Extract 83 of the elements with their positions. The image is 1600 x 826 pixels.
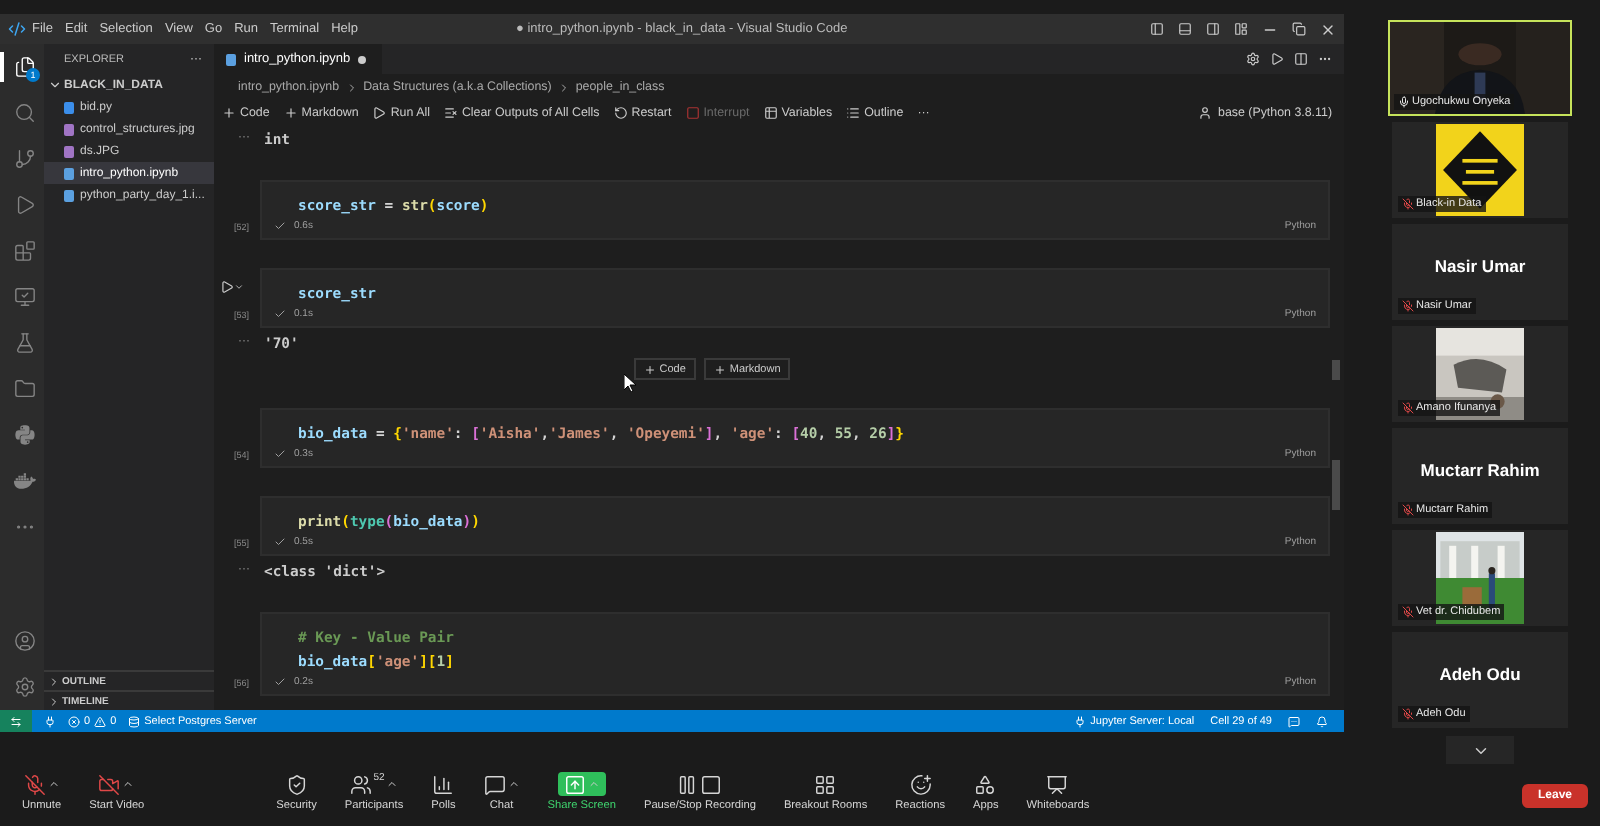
monitor-icon <box>13 286 35 308</box>
caret-icon <box>122 778 135 790</box>
vscode-logo-icon <box>8 20 26 38</box>
check-icon <box>274 308 286 320</box>
participant-display-name: Muctarr Rahim <box>1420 460 1540 480</box>
whiteboard-icon <box>1046 773 1069 795</box>
chat-icon <box>483 773 506 795</box>
check-icon <box>274 220 286 232</box>
close-icon[interactable] <box>1320 21 1336 37</box>
plus-icon <box>713 363 726 375</box>
split-icon[interactable] <box>1294 52 1308 66</box>
layout-icon[interactable] <box>1234 22 1248 36</box>
warning-icon <box>94 715 107 727</box>
person-icon <box>1198 105 1213 119</box>
bell-icon[interactable] <box>1316 715 1328 727</box>
blocks-icon <box>13 240 35 262</box>
remote-icon <box>10 715 22 727</box>
chevron-icon <box>48 78 62 92</box>
caret-icon <box>587 778 600 790</box>
bar-chart-icon <box>432 773 455 795</box>
chevron-icon <box>345 81 358 93</box>
caret-icon <box>47 778 60 790</box>
play-icon <box>13 194 35 216</box>
feedback-icon[interactable] <box>1288 715 1300 727</box>
unsaved-dot <box>358 55 367 63</box>
remote-button[interactable] <box>0 710 32 732</box>
whale-icon <box>13 470 35 492</box>
apps-icon <box>974 773 997 795</box>
mic-muted-icon <box>23 773 46 795</box>
layout-icon[interactable] <box>1178 22 1192 36</box>
stop-icon <box>685 105 700 119</box>
plus-icon <box>643 363 656 375</box>
participant-display-name: Nasir Umar <box>1434 256 1526 276</box>
clear-list-icon <box>443 105 458 119</box>
table-icon <box>763 105 778 119</box>
flask-icon <box>13 332 35 354</box>
restart-icon <box>613 105 628 119</box>
participant-display-name: Adeh Odu <box>1439 664 1521 684</box>
play-icon <box>220 280 234 294</box>
plug-icon <box>1074 715 1087 727</box>
caret-icon <box>507 778 520 790</box>
files-icon <box>13 56 35 78</box>
mic-muted-icon <box>1402 504 1414 516</box>
branch-icon <box>13 148 35 170</box>
shield-icon <box>285 773 308 795</box>
play-icon[interactable] <box>1270 52 1284 66</box>
chevron-icon <box>557 81 570 93</box>
smiley-icon <box>909 773 932 795</box>
people-icon <box>349 773 372 795</box>
restore-icon[interactable] <box>1292 22 1306 36</box>
settings-icon[interactable] <box>1246 52 1260 66</box>
scrollbar-thumb[interactable] <box>1332 460 1340 510</box>
mic-muted-icon <box>1402 198 1414 210</box>
check-icon <box>274 536 286 548</box>
play-icon <box>372 105 387 119</box>
mic-muted-icon <box>1402 402 1414 414</box>
check-icon <box>274 448 286 460</box>
search-icon <box>13 102 35 124</box>
grid-icon <box>814 773 837 795</box>
plus-icon <box>283 105 298 119</box>
folder-icon <box>13 378 35 400</box>
file-icon <box>226 53 236 65</box>
plus-icon <box>222 105 236 119</box>
layout-icon[interactable] <box>1206 22 1220 36</box>
more-icon[interactable] <box>1318 52 1332 66</box>
chevron-icon <box>234 282 244 292</box>
account-icon[interactable] <box>13 630 35 652</box>
check-icon <box>274 676 286 688</box>
scrollbar-marker <box>1332 360 1340 380</box>
mic-icon <box>1398 96 1410 108</box>
caret-icon <box>386 778 399 790</box>
list-icon <box>846 105 861 119</box>
mic-muted-icon <box>1402 300 1414 312</box>
layout-icon[interactable] <box>1150 22 1164 36</box>
plug-icon[interactable] <box>44 715 56 727</box>
mic-muted-icon <box>1402 708 1414 720</box>
database-icon <box>128 715 141 727</box>
snake-icon <box>13 424 35 446</box>
pause-stop-icon <box>676 773 723 795</box>
mic-muted-icon <box>1402 606 1414 618</box>
camera-off-icon <box>98 773 121 795</box>
mouse-cursor-icon <box>624 374 636 392</box>
error-icon <box>68 715 80 727</box>
